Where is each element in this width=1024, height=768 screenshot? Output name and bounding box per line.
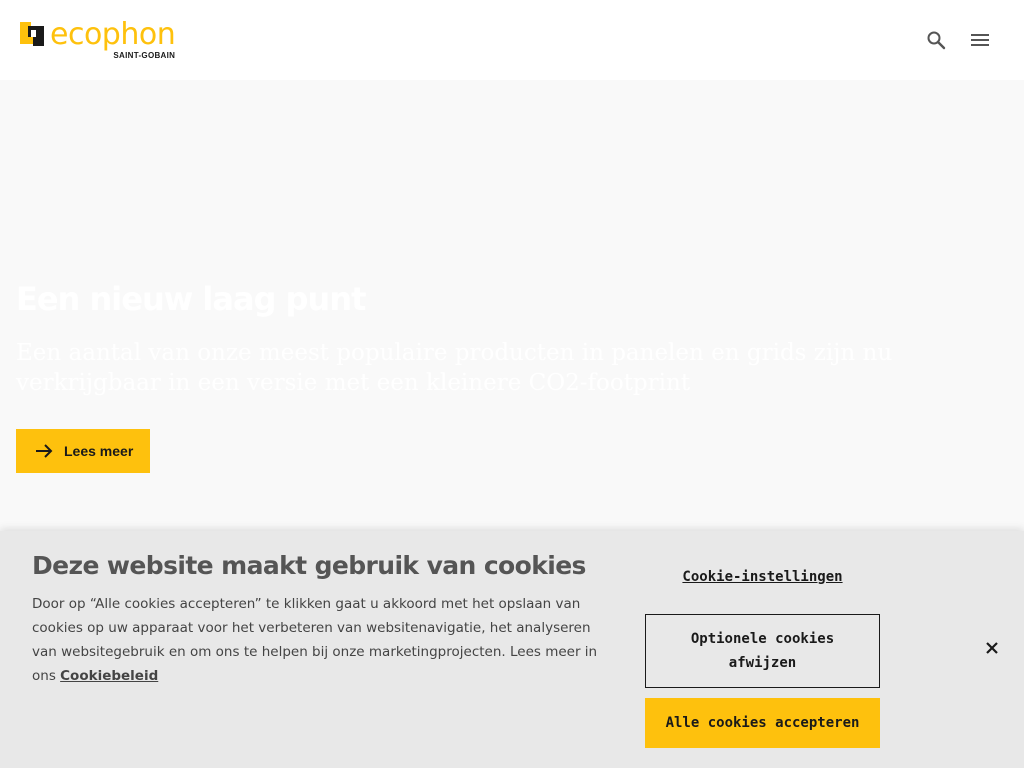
hero-text: Een aantal van onze meest populaire prod…	[16, 340, 893, 396]
site-header: ecophon SAINT-GOBAIN	[0, 0, 1024, 80]
cookie-settings-link[interactable]: Cookie-instellingen	[645, 569, 880, 585]
close-icon[interactable]	[982, 638, 1002, 658]
arrow-right-icon	[36, 444, 53, 458]
reject-optional-cookies-button[interactable]: Optionele cookies afwijzen	[645, 614, 880, 688]
search-icon[interactable]	[924, 28, 948, 52]
read-more-button[interactable]: Lees meer	[16, 429, 150, 473]
cookie-title: Deze website maakt gebruik van cookies	[32, 551, 586, 580]
cookie-policy-link[interactable]: Cookiebeleid	[60, 668, 158, 684]
logo-subtitle: SAINT-GOBAIN	[113, 51, 176, 60]
hero-title: Een nieuw laag punt	[16, 280, 366, 318]
cookie-body: Door op “Alle cookies accepteren” te kli…	[32, 592, 612, 688]
logo-text: ecophon SAINT-GOBAIN	[50, 17, 176, 61]
logo-word: ecophon	[50, 17, 176, 52]
cookie-banner: Deze website maakt gebruik van cookies D…	[0, 531, 1024, 768]
header-actions	[924, 28, 1004, 52]
ecophon-logo[interactable]: ecophon SAINT-GOBAIN	[20, 17, 176, 61]
accept-all-cookies-button[interactable]: Alle cookies accepteren	[645, 698, 880, 748]
menu-icon[interactable]	[968, 28, 992, 52]
read-more-label: Lees meer	[64, 443, 134, 459]
logo-mark-icon	[20, 22, 44, 46]
